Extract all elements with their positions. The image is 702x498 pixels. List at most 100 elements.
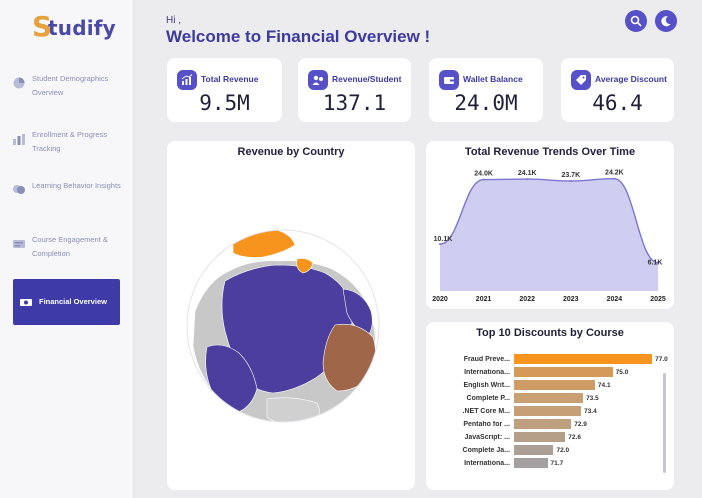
x-tick-label: 2023	[563, 296, 579, 303]
bar-category-label: .NET Core M...	[462, 407, 510, 415]
bar[interactable]	[514, 445, 554, 455]
bar[interactable]	[514, 367, 613, 377]
bar[interactable]	[514, 354, 653, 364]
bar-category-label: Internationa...	[464, 459, 510, 467]
data-label: 6.1K	[648, 260, 663, 267]
x-tick-label: 2020	[432, 296, 448, 303]
bar-value-label: 77.0	[655, 355, 668, 363]
data-point[interactable]	[613, 177, 616, 180]
chart-up-icon	[177, 70, 197, 90]
search-button[interactable]	[625, 10, 647, 32]
data-point[interactable]	[569, 179, 572, 182]
bar-row[interactable]: .NET Core M... 73.4	[434, 406, 597, 416]
sidebar-item-label: Learning Behavior Insights	[32, 181, 121, 190]
sidebar-item-label: Student Demographics Overview	[32, 74, 109, 97]
kpi-card-total-revenue: Total Revenue 9.5M	[167, 58, 282, 122]
data-label: 10.1K	[434, 236, 453, 243]
kpi-card-average-discount: Average Discount 46.4	[561, 58, 674, 122]
bar-row[interactable]: Internationa... 71.7	[434, 458, 563, 468]
bar-value-label: 75.0	[615, 368, 629, 376]
area-fill	[440, 178, 658, 291]
brain-icon	[13, 185, 25, 194]
bar-category-label: English Writ...	[463, 381, 510, 389]
kpi-value: 9.5M	[199, 91, 250, 115]
logo-text: tudify	[48, 16, 116, 40]
bar-row[interactable]: English Writ... 74.1	[434, 380, 611, 390]
bar-value-label: 73.5	[586, 394, 599, 402]
bar-category-label: Complete P...	[466, 394, 510, 402]
kpi-value: 46.4	[592, 91, 643, 115]
bar-row[interactable]: Complete P... 73.5	[434, 393, 599, 403]
engagement-icon	[13, 240, 25, 248]
data-label: 24.0K	[474, 171, 493, 178]
revenue-area-chart: 10.1K 2020 24.0K 2021 24.1K 2022 23.7K 2023 24.2…	[432, 170, 666, 303]
scrollbar[interactable]	[663, 373, 666, 473]
pie-chart-icon	[13, 77, 25, 89]
student-money-icon	[308, 70, 328, 90]
bar-category-label: Pentaho for ...	[463, 420, 510, 428]
kpi-title: Total Revenue	[201, 74, 259, 84]
kpi-title: Wallet Balance	[463, 74, 523, 84]
sidebar-item-label: Course Engagement & Completion	[32, 235, 108, 258]
bar-chart-icon	[13, 134, 25, 145]
kpi-title: Average Discount	[595, 74, 667, 84]
bar-category-label: Complete Ja...	[462, 446, 510, 454]
world-map[interactable]	[167, 141, 415, 490]
studify-logo[interactable]: S tudify	[32, 10, 116, 43]
sidebar-item-course-engagement[interactable]: Course Engagement & Completion	[12, 233, 122, 261]
data-point[interactable]	[439, 243, 441, 246]
sidebar-item-financial-overview[interactable]: Financial Overview	[13, 279, 120, 325]
bar[interactable]	[514, 432, 566, 442]
bar-row[interactable]: Internationa... 75.0	[434, 367, 628, 377]
bar-value-label: 71.7	[550, 459, 564, 467]
kpi-value: 137.1	[322, 91, 387, 115]
bar-value-label: 72.9	[574, 420, 587, 428]
data-label: 23.7K	[561, 172, 580, 179]
bar[interactable]	[514, 393, 584, 403]
x-tick-label: 2022	[519, 296, 535, 303]
sidebar: S tudify Student Demographics Overview E…	[0, 0, 134, 498]
data-label: 24.2K	[605, 170, 624, 177]
kpi-card-revenue-per-student: Revenue/Student 137.1	[298, 58, 411, 122]
search-icon	[630, 15, 642, 27]
bar-value-label: 73.4	[584, 407, 597, 415]
bar[interactable]	[514, 419, 572, 429]
revenue-trend-panel: Total Revenue Trends Over Time 10.1K 2020…	[426, 141, 674, 309]
financial-icon	[20, 299, 32, 306]
bar[interactable]	[514, 458, 548, 468]
bar-row[interactable]: Fraud Preve... 77.0	[434, 354, 668, 364]
data-point[interactable]	[482, 178, 485, 181]
bar[interactable]	[514, 380, 595, 390]
kpi-title: Revenue/Student	[332, 74, 402, 84]
sidebar-item-learning-behavior[interactable]: Learning Behavior Insights	[12, 179, 122, 197]
revenue-by-country-panel: Revenue by Country	[167, 141, 415, 490]
bar-row[interactable]: Pentaho for ... 72.9	[434, 419, 587, 429]
bar-category-label: Internationa...	[464, 368, 510, 376]
bar-chart-title: Top 10 Discounts by Course	[476, 327, 624, 339]
discount-tag-icon	[571, 70, 591, 90]
kpi-card-wallet-balance: Wallet Balance 24.0M	[429, 58, 543, 122]
data-label: 24.1K	[518, 170, 537, 177]
moon-icon	[661, 16, 671, 27]
x-tick-label: 2025	[650, 296, 666, 303]
greeting-text: Hi ,	[166, 15, 181, 26]
map-region-brown	[322, 323, 376, 392]
discounts-bar-panel: Top 10 Discounts by Course Fraud Preve..…	[426, 322, 674, 490]
data-point[interactable]	[526, 178, 529, 181]
theme-toggle-button[interactable]	[655, 10, 677, 32]
wallet-icon	[439, 70, 459, 90]
bar-row[interactable]: Complete Ja... 72.0	[434, 445, 569, 455]
bar[interactable]	[514, 406, 582, 416]
bar-value-label: 72.6	[568, 433, 581, 441]
bar-value-label: 72.0	[556, 446, 570, 454]
bar-row[interactable]: JavaScript: ... 72.6	[434, 432, 581, 442]
sidebar-item-label: Financial Overview	[39, 297, 107, 306]
page-title: Welcome to Financial Overview !	[166, 27, 431, 46]
sidebar-item-student-demographics[interactable]: Student Demographics Overview	[12, 72, 122, 100]
sidebar-item-enrollment-progress[interactable]: Enrollment & Progress Tracking	[12, 128, 122, 156]
bar-category-label: Fraud Preve...	[463, 355, 510, 363]
bar-category-label: JavaScript: ...	[464, 433, 510, 441]
x-tick-label: 2021	[476, 296, 492, 303]
kpi-value: 24.0M	[454, 91, 518, 115]
sidebar-item-label: Enrollment & Progress Tracking	[32, 130, 108, 153]
